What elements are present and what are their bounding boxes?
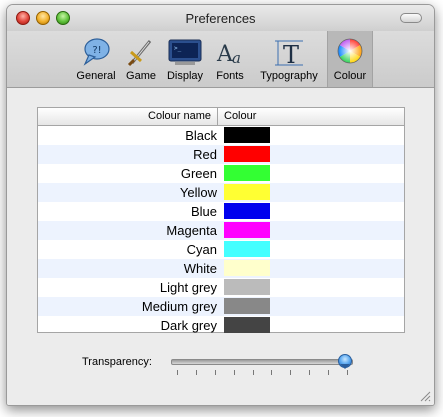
colour-name-cell: Magenta xyxy=(166,223,217,238)
tab-general[interactable]: ?! General xyxy=(71,31,121,87)
slider-tick xyxy=(233,370,235,375)
table-row[interactable]: Dark grey xyxy=(38,316,404,335)
svg-text:a: a xyxy=(232,49,241,67)
transparency-label: Transparency: xyxy=(82,356,152,368)
slider-tick xyxy=(214,370,216,375)
colour-name-cell: Green xyxy=(180,166,217,181)
colour-name-cell: Cyan xyxy=(186,242,217,257)
colour-swatch[interactable] xyxy=(224,146,270,162)
tab-general-label: General xyxy=(76,70,116,82)
transparency-slider-track[interactable] xyxy=(171,359,353,365)
tab-fonts-label: Fonts xyxy=(216,70,244,82)
column-header-colour[interactable]: Colour xyxy=(224,108,256,125)
typography-t-icon: T xyxy=(251,37,327,69)
colour-swatch[interactable] xyxy=(224,222,270,238)
tab-colour-label: Colour xyxy=(333,70,367,82)
tab-fonts[interactable]: A a Fonts xyxy=(209,31,251,87)
toolbar-toggle-button[interactable] xyxy=(400,13,422,23)
table-row[interactable]: Medium grey xyxy=(38,297,404,316)
colour-swatch[interactable] xyxy=(224,279,270,295)
colour-swatch[interactable] xyxy=(224,203,270,219)
speech-bubble-icon: ?! xyxy=(71,37,121,67)
monitor-icon: >_ xyxy=(161,37,209,67)
colour-swatch[interactable] xyxy=(224,241,270,257)
table-header: Colour name Colour xyxy=(38,108,404,126)
toolbar: ?! General Game >_ Display A a Fonts T T… xyxy=(7,31,434,88)
slider-tick xyxy=(252,370,254,375)
font-aa-icon: A a xyxy=(209,37,251,67)
tab-game[interactable]: Game xyxy=(121,31,161,87)
table-row[interactable]: Black xyxy=(38,126,404,145)
colour-swatch[interactable] xyxy=(224,184,270,200)
preferences-window: Preferences ?! General Game >_ Display A… xyxy=(6,4,435,406)
slider-tick xyxy=(290,370,292,375)
table-row[interactable]: Light grey xyxy=(38,278,404,297)
window-title: Preferences xyxy=(185,11,256,26)
column-header-colour-name[interactable]: Colour name xyxy=(38,108,218,125)
table-row[interactable]: Blue xyxy=(38,202,404,221)
resize-grip-icon[interactable] xyxy=(419,390,431,402)
tab-typography[interactable]: T Typography xyxy=(251,31,327,87)
colour-swatch[interactable] xyxy=(224,298,270,314)
colour-name-cell: Medium grey xyxy=(141,299,217,314)
tab-display[interactable]: >_ Display xyxy=(161,31,209,87)
colour-swatch[interactable] xyxy=(224,260,270,276)
colour-table[interactable]: Colour name Colour Black Red Green Yellow Bl… xyxy=(37,107,405,333)
table-row[interactable]: Cyan xyxy=(38,240,404,259)
colour-name-cell: Black xyxy=(185,128,217,143)
color-wheel-icon xyxy=(327,37,373,67)
slider-tick xyxy=(271,370,273,375)
sword-icon xyxy=(121,37,161,67)
svg-text:?!: ?! xyxy=(92,45,101,56)
colour-name-cell: Dark grey xyxy=(160,318,217,333)
slider-tick xyxy=(347,370,348,375)
svg-text:>_: >_ xyxy=(174,45,182,52)
table-row[interactable]: Green xyxy=(38,164,404,183)
title-bar[interactable]: Preferences xyxy=(7,5,434,31)
table-row[interactable]: White xyxy=(38,259,404,278)
table-row[interactable]: Yellow xyxy=(38,183,404,202)
slider-tick xyxy=(177,370,178,375)
colour-name-cell: Red xyxy=(193,147,217,162)
tab-display-label: Display xyxy=(166,70,204,82)
table-row[interactable]: Red xyxy=(38,145,404,164)
svg-text:T: T xyxy=(283,41,299,67)
tab-colour[interactable]: Colour xyxy=(327,31,373,87)
tab-game-label: Game xyxy=(126,70,156,82)
slider-tick xyxy=(328,370,330,375)
colour-swatch[interactable] xyxy=(224,127,270,143)
slider-tick xyxy=(195,370,197,375)
colour-name-cell: Yellow xyxy=(179,185,217,200)
colour-name-cell: White xyxy=(183,261,217,276)
colour-name-cell: Blue xyxy=(190,204,217,219)
colour-name-cell: Light grey xyxy=(159,280,217,295)
colour-swatch[interactable] xyxy=(224,165,270,181)
table-row[interactable]: Magenta xyxy=(38,221,404,240)
colour-pane: Colour name Colour Black Red Green Yellow Bl… xyxy=(7,88,434,405)
slider-tick xyxy=(309,370,311,375)
transparency-slider-thumb[interactable] xyxy=(337,354,352,369)
colour-swatch[interactable] xyxy=(224,317,270,333)
tab-typography-label: Typography xyxy=(260,70,318,82)
